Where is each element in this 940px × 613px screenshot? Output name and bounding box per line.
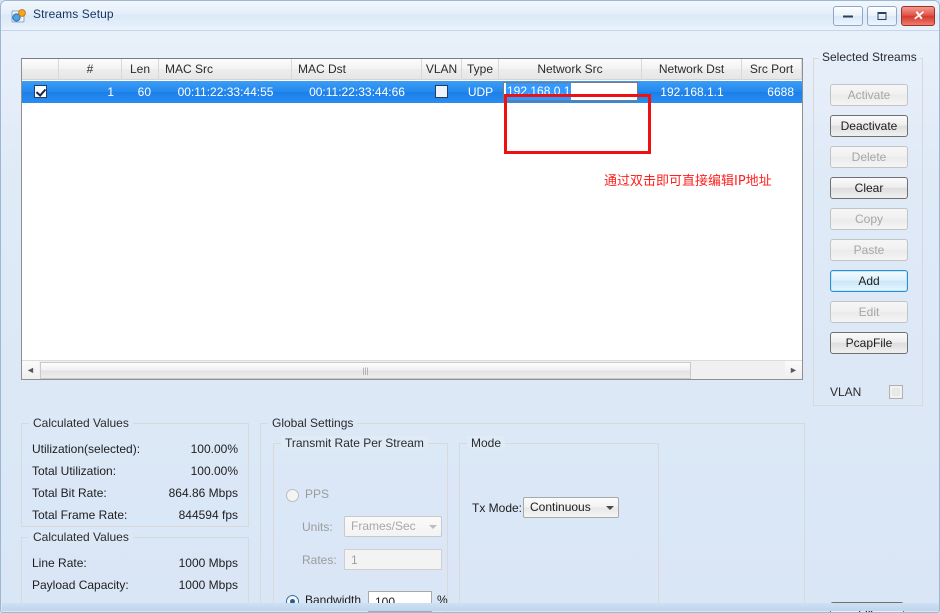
close-icon: ✕ [912,8,924,23]
horizontal-scrollbar[interactable]: ◄ ► [22,360,802,379]
annotation-text: 通过双击即可直接编辑IP地址 [604,174,772,189]
vlan-checkbox[interactable] [889,385,903,399]
streams-list[interactable]: # Len MAC Src MAC Dst VLAN Type Network … [21,58,803,380]
units-label: Units: [302,520,333,534]
copy-button[interactable]: Copy [830,208,908,230]
rates-label: Rates: [302,553,337,567]
vlan-label: VLAN [830,385,862,399]
deactivate-button[interactable]: Deactivate [830,115,908,137]
cell-mac-dst: 00:11:22:33:44:66 [309,85,405,99]
vlan-option-row: VLAN [830,384,916,402]
close-button[interactable]: ✕ [901,6,935,26]
mode-title: Mode [467,436,506,450]
clear-button[interactable]: Clear [830,177,908,199]
transmit-rate-group: Transmit Rate Per Stream PPS Units: Fram… [273,436,448,612]
kv-key: Total Utilization: [32,464,117,478]
kv-total-frame-rate: Total Frame Rate: 844594 fps [32,508,238,526]
cell-src-port: 6688 [767,85,794,99]
row-enable-checkbox[interactable] [34,85,47,98]
column-header-mac-dst[interactable]: MAC Dst [292,59,422,80]
scroll-left-arrow-icon[interactable]: ◄ [22,361,39,379]
column-header-mac-src[interactable]: MAC Src [159,59,292,80]
column-header-num[interactable]: # [59,59,122,80]
kv-key: Total Bit Rate: [32,486,107,500]
title-bar: Streams Setup ✕ [1,1,939,31]
cell-network-dst: 192.168.1.1 [660,85,724,99]
cell-type: UDP [467,85,494,99]
network-src-edit-input[interactable]: 192.168.0.1 [503,82,638,101]
kv-total-bit-rate: Total Bit Rate: 864.86 Mbps [32,486,238,504]
scrollbar-thumb[interactable] [40,362,691,379]
column-header-type[interactable]: Type [462,59,499,80]
selected-streams-group: Selected Streams Activate Deactivate Del… [813,50,923,406]
kv-value: 100.00% [190,464,238,478]
minimize-button[interactable] [833,6,863,26]
streams-list-body[interactable] [22,103,802,358]
kv-key: Utilization(selected): [32,442,141,456]
cell-mac-src: 00:11:22:33:44:55 [177,85,274,99]
cell-vlan-checkbox[interactable] [435,85,448,98]
chevron-down-icon [606,506,614,510]
streams-app-icon [11,8,28,24]
minimize-icon [843,15,853,18]
add-button[interactable]: Add [830,270,908,292]
kv-utilization-selected: Utilization(selected): 100.00% [32,442,238,460]
rates-input[interactable]: 1 [344,549,442,570]
rates-value: 1 [351,553,358,567]
edit-button[interactable]: Edit [830,301,908,323]
chevron-down-icon [429,525,437,529]
scroll-right-arrow-icon[interactable]: ► [785,361,802,379]
cell-len: 60 [137,85,151,99]
kv-value: 1000 Mbps [178,556,238,570]
delete-button[interactable]: Delete [830,146,908,168]
tx-mode-value: Continuous [530,500,591,514]
transmit-rate-title: Transmit Rate Per Stream [281,436,428,450]
kv-total-utilization: Total Utilization: 100.00% [32,464,238,482]
window-title: Streams Setup [33,7,114,21]
column-header-src-port[interactable]: Src Port [742,59,802,80]
pps-radio[interactable] [286,489,299,502]
maximize-button[interactable] [867,6,897,26]
global-settings-group: Global Settings Transmit Rate Per Stream… [260,416,805,612]
kv-key: Total Frame Rate: [32,508,128,522]
kv-line-rate: Line Rate: 1000 Mbps [32,556,238,574]
column-header-check[interactable] [22,59,59,80]
kv-key: Line Rate: [32,556,87,570]
column-header-network-dst[interactable]: Network Dst [642,59,742,80]
tx-mode-label: Tx Mode: [472,501,523,515]
units-value: Frames/Sec [351,519,416,533]
network-src-edit-value: 192.168.0.1 [506,83,572,100]
calculated-values-1-title: Calculated Values [29,416,133,430]
units-select[interactable]: Frames/Sec [344,516,442,537]
kv-value: 100.00% [190,442,238,456]
column-header-len[interactable]: Len [122,59,159,80]
kv-key: Payload Capacity: [32,578,129,592]
column-header-vlan[interactable]: VLAN [422,59,462,80]
maximize-icon [877,12,887,20]
cell-num: 1 [107,85,114,99]
paste-button[interactable]: Paste [830,239,908,261]
calculated-values-group-2: Calculated Values Line Rate: 1000 Mbps P… [21,530,249,605]
window-bottom-border [2,603,939,611]
streams-list-header: # Len MAC Src MAC Dst VLAN Type Network … [22,59,802,80]
selected-streams-title: Selected Streams [819,50,920,64]
mode-group: Mode Tx Mode: Continuous [459,436,659,612]
kv-value: 844594 fps [178,508,238,522]
pcapfile-button[interactable]: PcapFile [830,332,908,354]
tx-mode-select[interactable]: Continuous [523,497,619,518]
table-row[interactable]: 1 60 00:11:22:33:44:55 00:11:22:33:44:66… [22,81,802,103]
calculated-values-group-1: Calculated Values Utilization(selected):… [21,416,249,527]
activate-button[interactable]: Activate [830,84,908,106]
kv-value: 864.86 Mbps [168,486,238,500]
calculated-values-2-title: Calculated Values [29,530,133,544]
kv-payload-capacity: Payload Capacity: 1000 Mbps [32,578,238,596]
streams-setup-window: Streams Setup ✕ # Len MAC Src MAC Dst VL… [0,0,940,613]
pps-label: PPS [305,487,330,501]
kv-value: 1000 Mbps [178,578,238,592]
column-header-network-src[interactable]: Network Src [499,59,642,80]
client-area: # Len MAC Src MAC Dst VLAN Type Network … [7,32,935,612]
global-settings-title: Global Settings [268,416,358,430]
